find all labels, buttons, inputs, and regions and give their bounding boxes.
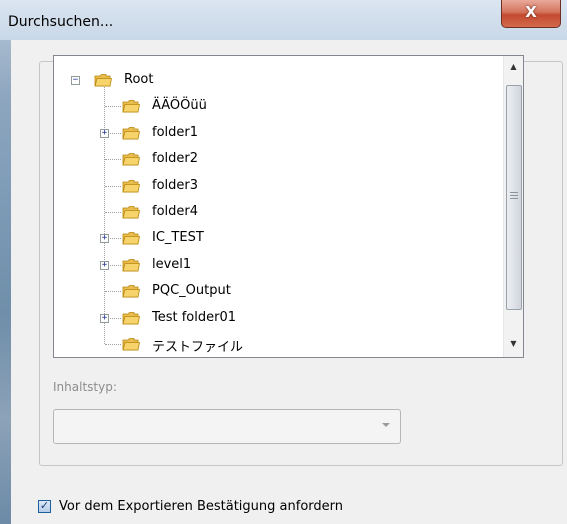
tree-item[interactable]: + folder1 [54, 124, 494, 142]
scroll-down-icon[interactable]: ▼ [504, 335, 523, 352]
tree-connector-line [105, 344, 121, 345]
vertical-scrollbar[interactable]: ▲ ▼ [503, 56, 523, 357]
tree-connector-line [105, 106, 121, 108]
expand-icon[interactable]: + [100, 128, 109, 138]
tree-item-label: folder3 [152, 177, 199, 193]
tree-item[interactable]: + Test folder01 [54, 309, 494, 327]
checkmark-icon: ✓ [39, 499, 50, 512]
tree-item[interactable]: テストファイル [54, 335, 494, 355]
confirm-checkbox-label[interactable]: Vor dem Exportieren Bestätigung anforder… [59, 499, 343, 514]
folder-icon [122, 311, 140, 324]
tree-item[interactable]: folder3 [54, 177, 494, 195]
scroll-grip-icon [510, 192, 518, 199]
confirm-checkbox[interactable]: ✓ [38, 499, 51, 513]
window-left-edge [0, 0, 11, 524]
tree-item-label: level1 [152, 256, 192, 272]
folder-icon [122, 126, 140, 140]
tree-item[interactable]: ÄÄÖÖüü [54, 97, 494, 115]
tree-item[interactable]: PQC_Output [54, 282, 494, 300]
tree-item-label: folder2 [152, 151, 199, 167]
folder-icon [122, 206, 140, 219]
expand-icon[interactable]: + [100, 234, 109, 244]
close-icon: X [525, 3, 537, 21]
content-type-label: Inhaltstyp: [53, 380, 117, 394]
tree-item[interactable]: + IC_TEST [54, 229, 494, 247]
tree-item-label: folder4 [152, 204, 199, 219]
chevron-down-icon [382, 423, 390, 427]
folder-icon [122, 100, 140, 113]
tree-item[interactable]: folder2 [54, 150, 494, 168]
titlebar[interactable]: Durchsuchen... X [0, 0, 567, 40]
tree-connector-line [105, 291, 121, 293]
folder-icon [122, 285, 140, 298]
scroll-thumb[interactable] [506, 85, 522, 310]
tree-item-label: Root [124, 72, 154, 87]
tree-item[interactable]: + level1 [54, 256, 494, 274]
tree-content: − Root ÄÄÖÖüü + folder1 folder2 folder3 folder4… [54, 56, 504, 357]
folder-icon [122, 232, 140, 245]
tree-connector-line [105, 212, 121, 213]
tree-connector-line [105, 159, 121, 161]
tree-item[interactable]: folder4 [54, 203, 494, 221]
tree-item-label: テストファイル [152, 340, 244, 355]
open-folder-icon [94, 74, 112, 87]
expand-icon[interactable]: + [100, 260, 109, 270]
tree-item-label: IC_TEST [152, 230, 204, 246]
folder-icon [122, 258, 140, 272]
scroll-up-icon[interactable]: ▲ [504, 58, 523, 75]
tree-item-label: ÄÄÖÖüü [152, 98, 207, 114]
folder-tree[interactable]: − Root ÄÄÖÖüü + folder1 folder2 folder3 folder4… [53, 55, 524, 358]
folder-icon [122, 338, 140, 351]
close-button[interactable]: X [501, 0, 561, 28]
folder-icon [122, 153, 140, 166]
tree-item-label: Test folder01 [152, 309, 237, 325]
collapse-icon[interactable]: − [71, 76, 80, 85]
expand-icon[interactable]: + [100, 313, 109, 323]
tree-item-label: folder1 [152, 124, 199, 140]
folder-icon [122, 179, 140, 192]
content-type-select[interactable] [53, 409, 401, 444]
tree-item-label: PQC_Output [152, 283, 231, 299]
tree-item[interactable]: − Root [54, 71, 494, 89]
window-title: Durchsuchen... [8, 14, 114, 30]
tree-connector-line [105, 185, 121, 187]
